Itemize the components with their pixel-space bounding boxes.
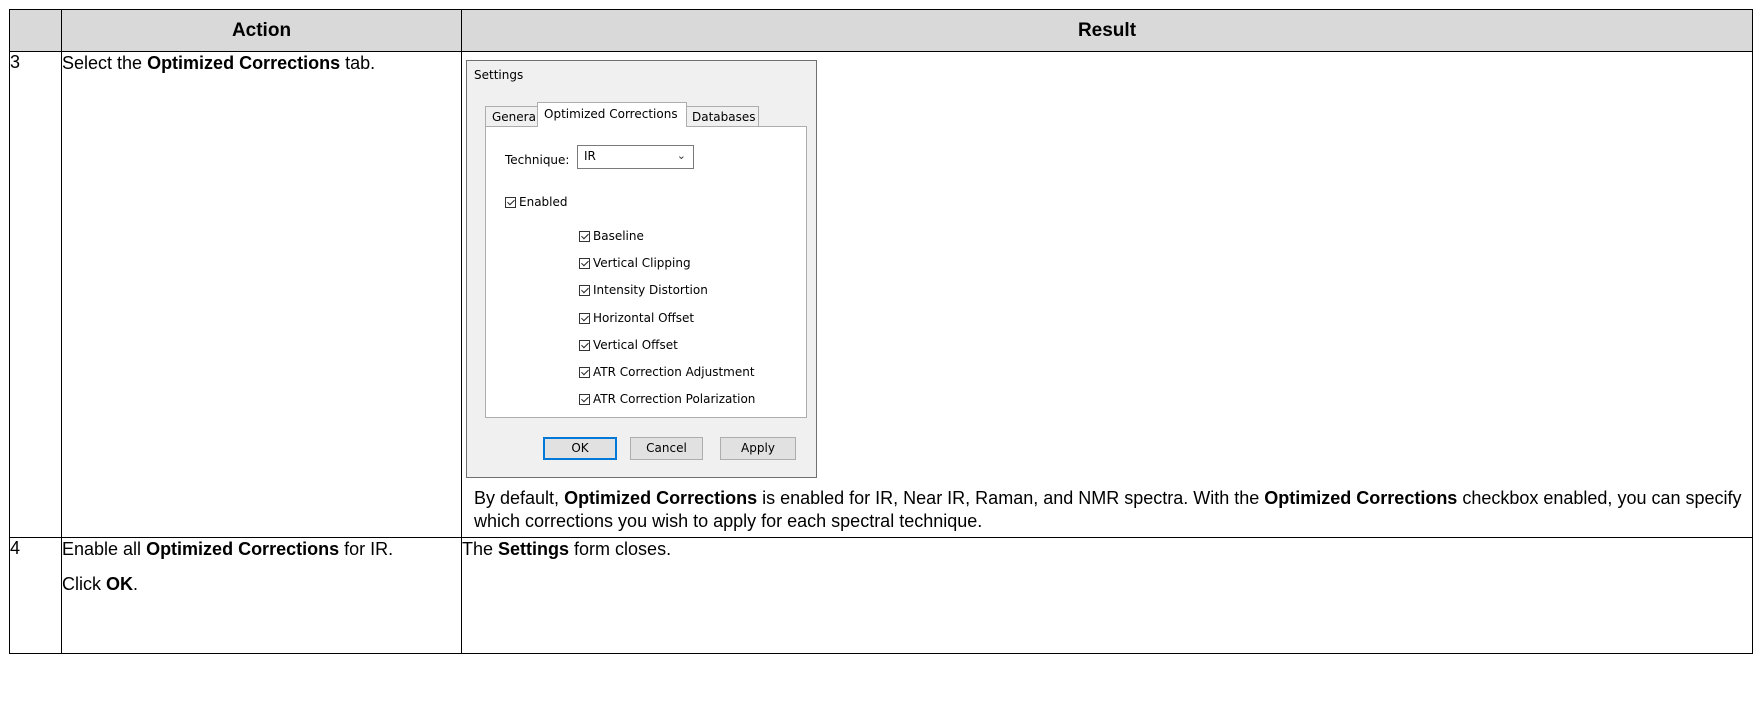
enabled-label: Enabled [519,195,568,209]
table-row: 4 Enable all Optimized Corrections for I… [9,537,1753,654]
step-number: 3 [9,51,62,538]
cancel-button[interactable]: Cancel [630,437,703,460]
action-line: Enable all Optimized Corrections for IR. [62,539,394,559]
header-action: Action [61,9,462,52]
vertical-offset-checkbox[interactable]: Vertical Offset [579,338,678,352]
step-result: The Settings form closes. [461,537,1753,654]
correction-label: Horizontal Offset [593,311,695,325]
technique-select[interactable]: IR ⌄ [577,145,694,169]
correction-label: Intensity Distortion [593,283,708,297]
result-description: By default, Optimized Corrections is ena… [474,488,1742,531]
checkbox-checked-icon [579,339,590,351]
checkbox-checked-icon [579,366,590,378]
apply-button[interactable]: Apply [720,437,796,460]
checkbox-checked-icon [579,257,590,269]
checkbox-checked-icon [579,393,590,405]
settings-dialog: Settings General Optimized Corrections D… [466,60,817,478]
header-result: Result [461,9,1753,52]
correction-label: ATR Correction Adjustment [593,365,755,379]
baseline-checkbox[interactable]: Baseline [579,229,644,243]
tab-panel: Technique: IR ⌄ Enabled Baseline Vertica… [485,126,807,418]
step-number: 4 [9,537,62,654]
technique-label: Technique: [505,153,570,167]
table-row: 3 Select the Optimized Corrections tab. … [9,51,1753,538]
step-action: Enable all Optimized Corrections for IR.… [61,537,462,654]
vertical-clipping-checkbox[interactable]: Vertical Clipping [579,256,691,270]
header-step-number [9,9,62,52]
tab-general[interactable]: General [485,106,539,127]
correction-label: Baseline [593,229,644,243]
checkbox-checked-icon [579,312,590,324]
table-header-row: Action Result [9,9,1753,52]
tab-databases[interactable]: Databases [685,106,759,127]
action-line: Click OK. [62,574,139,594]
step-action: Select the Optimized Corrections tab. [61,51,462,538]
procedure-table: Action Result 3 Select the Optimized Cor… [9,9,1753,654]
enabled-checkbox[interactable]: Enabled [505,195,568,209]
chevron-down-icon: ⌄ [676,149,686,162]
technique-value: IR [584,149,596,163]
checkbox-checked-icon [579,230,590,242]
atr-correction-adjustment-checkbox[interactable]: ATR Correction Adjustment [579,365,755,379]
horizontal-offset-checkbox[interactable]: Horizontal Offset [579,311,694,325]
correction-label: Vertical Offset [593,338,678,352]
correction-label: ATR Correction Polarization [593,392,756,406]
intensity-distortion-checkbox[interactable]: Intensity Distortion [579,283,708,297]
ok-button[interactable]: OK [543,437,617,460]
checkbox-checked-icon [505,196,516,208]
correction-label: Vertical Clipping [593,256,691,270]
atr-correction-polarization-checkbox[interactable]: ATR Correction Polarization [579,392,755,406]
checkbox-checked-icon [579,284,590,296]
dialog-title: Settings [474,68,524,82]
step-result: Settings General Optimized Corrections D… [461,51,1753,538]
tab-optimized-corrections[interactable]: Optimized Corrections [537,102,687,127]
